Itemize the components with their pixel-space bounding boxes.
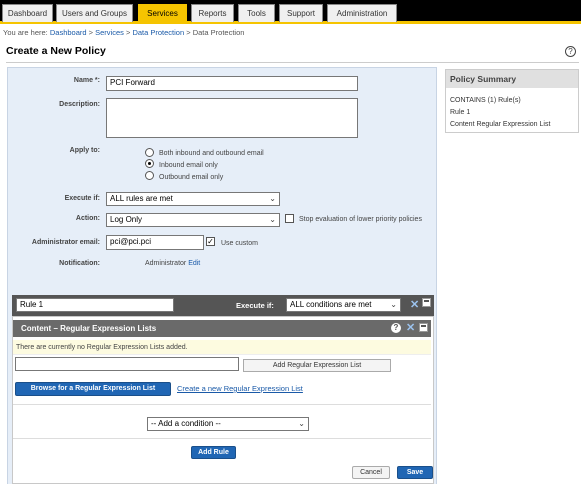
radio-outbound[interactable] <box>145 171 154 180</box>
tab-label: Users and Groups <box>62 9 127 18</box>
policy-summary-title: Policy Summary <box>446 70 578 88</box>
help-icon[interactable]: ? <box>565 46 576 57</box>
tab-tools[interactable]: Tools <box>238 4 275 22</box>
tab-label: Tools <box>247 9 266 18</box>
page-title: Create a New Policy <box>6 45 106 57</box>
tab-services[interactable]: Services <box>138 4 187 22</box>
rule-execute-if-label: Execute if: <box>236 301 274 310</box>
rule-header-bar: Rule 1 Execute if: ALL conditions are me… <box>12 295 434 316</box>
breadcrumb-current: Data Protection <box>192 28 245 37</box>
chevron-down-icon: ⌄ <box>298 419 305 428</box>
rule-execute-if-value: ALL conditions are met <box>290 300 372 309</box>
admin-email-label: Administrator email: <box>31 239 100 246</box>
chevron-down-icon: ⌄ <box>269 215 276 224</box>
radio-outbound-label: Outbound email only <box>159 174 224 181</box>
rule-name-input[interactable]: Rule 1 <box>16 298 174 312</box>
breadcrumb-services[interactable]: Services <box>95 28 124 37</box>
condition-header-bar: Content – Regular Expression Lists ? ✕ <box>13 320 431 337</box>
title-divider <box>6 62 579 63</box>
tab-label: Dashboard <box>7 9 48 18</box>
tab-users-and-groups[interactable]: Users and Groups <box>56 4 133 22</box>
stop-evaluation-checkbox[interactable] <box>285 214 294 223</box>
use-custom-label: Use custom <box>221 240 258 247</box>
action-select[interactable]: Log Only ⌄ <box>106 213 280 227</box>
policy-name-input[interactable]: PCI Forward <box>106 76 358 91</box>
summary-condition-link[interactable]: Content Regular Expression List <box>450 121 550 128</box>
close-icon[interactable]: ✕ <box>406 321 415 334</box>
add-condition-value: -- Add a condition -- <box>151 419 221 428</box>
no-regex-notice: There are currently no Regular Expressio… <box>13 340 431 355</box>
minimize-icon[interactable] <box>419 323 428 332</box>
apply-to-label: Apply to: <box>69 147 100 154</box>
execute-if-value: ALL rules are met <box>110 194 173 203</box>
add-regex-list-button[interactable]: Add Regular Expression List <box>243 359 391 372</box>
breadcrumb: You are here: Dashboard > Services > Dat… <box>3 28 245 37</box>
chevron-down-icon: ⌄ <box>390 300 397 309</box>
tab-label: Support <box>286 9 316 18</box>
radio-both-label: Both inbound and outbound email <box>159 150 264 157</box>
action-value: Log Only <box>110 215 143 224</box>
summary-rule: Rule 1 <box>450 109 471 116</box>
browse-regex-list-button[interactable]: Browse for a Regular Expression List <box>15 382 171 396</box>
notification-label: Notification: <box>59 260 100 267</box>
notification-value: Administrator Edit <box>145 260 200 267</box>
add-rule-button[interactable]: Add Rule <box>191 446 236 459</box>
execute-if-select[interactable]: ALL rules are met ⌄ <box>106 192 280 206</box>
action-label: Action: <box>75 215 100 222</box>
description-label: Description: <box>59 101 100 108</box>
regex-list-input[interactable] <box>15 357 239 371</box>
execute-if-label: Execute if: <box>64 195 100 202</box>
use-custom-checkbox[interactable]: ✓ <box>206 237 215 246</box>
tab-administration[interactable]: Administration <box>327 4 397 22</box>
notification-edit-link[interactable]: Edit <box>188 260 200 267</box>
rule-divider <box>13 438 431 439</box>
add-condition-select[interactable]: -- Add a condition -- ⌄ <box>147 417 309 431</box>
create-regex-list-link[interactable]: Create a new Regular Expression List <box>177 384 303 393</box>
radio-both[interactable] <box>145 148 154 157</box>
summary-contains: CONTAINS (1) Rule(s) <box>450 97 521 104</box>
close-icon[interactable]: ✕ <box>410 298 419 311</box>
name-label: Name *: <box>73 77 100 84</box>
tab-label: Reports <box>198 9 227 18</box>
tab-label: Services <box>147 9 178 18</box>
question-icon[interactable]: ? <box>391 323 401 333</box>
breadcrumb-dashboard[interactable]: Dashboard <box>50 28 87 37</box>
description-textarea[interactable] <box>106 98 358 138</box>
condition-title: Content – Regular Expression Lists <box>21 324 157 333</box>
policy-summary-panel: Policy Summary CONTAINS (1) Rule(s) Rule… <box>445 69 579 133</box>
radio-inbound-label: Inbound email only <box>159 162 218 169</box>
breadcrumb-data-protection[interactable]: Data Protection <box>132 28 184 37</box>
rule-execute-if-select[interactable]: ALL conditions are met ⌄ <box>286 298 401 312</box>
tab-support[interactable]: Support <box>279 4 323 22</box>
minimize-icon[interactable] <box>422 298 431 307</box>
stop-evaluation-label: Stop evaluation of lower priority polici… <box>299 216 422 223</box>
condition-divider <box>13 404 431 405</box>
top-nav-bar: Dashboard Users and Groups Services Repo… <box>0 0 581 24</box>
cancel-button[interactable]: Cancel <box>352 466 390 479</box>
tab-reports[interactable]: Reports <box>191 4 234 22</box>
tab-dashboard[interactable]: Dashboard <box>2 4 53 22</box>
save-button[interactable]: Save <box>397 466 433 479</box>
radio-inbound[interactable] <box>145 159 154 168</box>
admin-email-input[interactable]: pci@pci.pci <box>106 235 204 250</box>
breadcrumb-prefix: You are here: <box>3 28 48 37</box>
chevron-down-icon: ⌄ <box>269 194 276 203</box>
notification-recipient: Administrator <box>145 260 187 267</box>
tab-label: Administration <box>336 9 388 18</box>
